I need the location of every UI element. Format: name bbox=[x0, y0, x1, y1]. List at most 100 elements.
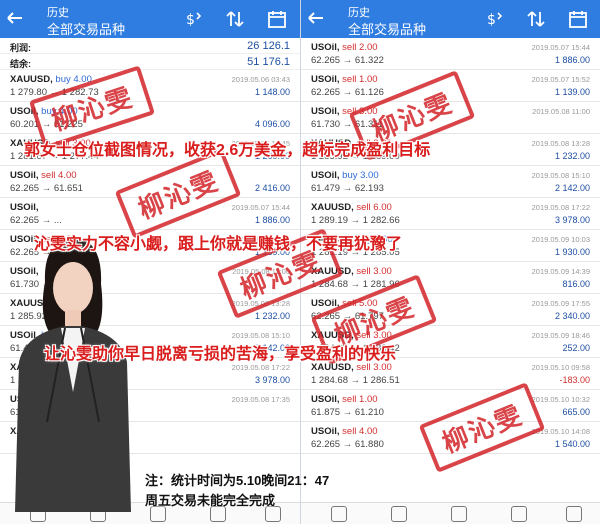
trade-profit: 3 978.00 bbox=[554, 215, 590, 225]
woman-photo bbox=[15, 236, 131, 512]
header-title-main: 全部交易品种 bbox=[47, 22, 126, 37]
calendar-icon[interactable] bbox=[568, 9, 588, 29]
trade-symbol: USOil, sell 2.00 bbox=[311, 42, 378, 53]
header-title-top: 历史 bbox=[348, 7, 370, 19]
symbol-text: USOil, bbox=[10, 202, 39, 213]
trade-action: sell 4.00 bbox=[41, 170, 77, 181]
dollar-refresh-icon[interactable]: $ bbox=[183, 9, 203, 29]
symbol-text: USOil, bbox=[311, 394, 340, 405]
settings-icon[interactable] bbox=[566, 506, 582, 522]
trade-profit: 1 232.00 bbox=[254, 311, 290, 321]
trade-profit: 2 142.00 bbox=[554, 183, 590, 193]
app-header: 历史 全部交易品种 $ bbox=[301, 0, 600, 38]
overlay-text-line: 沁雯实力不容小觑，跟上你就是赚钱，不要再犹豫了 bbox=[34, 236, 403, 253]
app-header: 历史 全部交易品种 $ bbox=[0, 0, 300, 38]
trade-profit: 1 930.00 bbox=[554, 247, 590, 257]
trade-profit: 1 540.00 bbox=[554, 439, 590, 449]
trade-profit: -183.00 bbox=[559, 375, 590, 385]
trade-profit: 2 340.00 bbox=[554, 311, 590, 321]
calendar-icon[interactable] bbox=[267, 9, 287, 29]
trade-date: 2019.05.10 09:58 bbox=[531, 363, 590, 372]
sort-icon[interactable] bbox=[225, 9, 245, 29]
trade-row[interactable]: USOil, sell 2.00 62.265 → 61.322 2019.05.0… bbox=[301, 38, 600, 70]
trade-profit: 252.00 bbox=[562, 343, 590, 353]
symbol-text: USOil, bbox=[311, 170, 340, 181]
note-text: 周五交易未能完全完成 bbox=[145, 493, 276, 508]
trade-symbol: XAUUSD, sell 6.00 bbox=[311, 202, 392, 213]
trade-prices: 62.265 → 61.651 bbox=[10, 183, 83, 194]
back-arrow-icon[interactable] bbox=[307, 9, 325, 27]
trade-symbol: USOil, sell 1.00 bbox=[311, 74, 378, 85]
sort-icon[interactable] bbox=[526, 9, 546, 29]
trade-row[interactable]: XAUUSD, sell 3.00 1 284.68 → 1 281.96 2019… bbox=[301, 262, 600, 294]
summary-value: 51 176.1 bbox=[247, 56, 290, 68]
trade-date: 2019.05.07 15:44 bbox=[531, 43, 590, 52]
trade-date: 2019.05.08 15:10 bbox=[531, 171, 590, 180]
trade-prices: 1 284.68 → 1 286.51 bbox=[311, 375, 400, 386]
trade-date: 2019.05.07 15:52 bbox=[531, 75, 590, 84]
summary-profit: 利润: 26 126.1 bbox=[0, 38, 300, 54]
trade-profit: 1 886.00 bbox=[254, 215, 290, 225]
trade-date: 2019.05.09 14:39 bbox=[531, 267, 590, 276]
summary-label: 利润: bbox=[10, 43, 31, 53]
trade-symbol: USOil, sell 4.00 bbox=[10, 170, 77, 181]
trade-date: 2019.05.08 13:28 bbox=[531, 139, 590, 148]
trade-date: 2019.05.08 15:10 bbox=[231, 331, 290, 340]
svg-text:$: $ bbox=[186, 12, 195, 28]
summary-balance: 结余: 51 176.1 bbox=[0, 54, 300, 70]
trade-symbol: XAUUSD, buy 4.00 bbox=[10, 74, 92, 85]
trade-profit: 1 139.00 bbox=[554, 87, 590, 97]
trade-profit: 816.00 bbox=[562, 279, 590, 289]
trade-action: sell 1.00 bbox=[342, 394, 378, 405]
trade-profit: 1 886.00 bbox=[554, 55, 590, 65]
trade-action: sell 4.00 bbox=[342, 426, 378, 437]
trade-action: sell 1.00 bbox=[342, 74, 378, 85]
trade-profit: 2 416.00 bbox=[254, 183, 290, 193]
trade-date: 2019.05.10 10:32 bbox=[531, 395, 590, 404]
symbol-text: XAUUSD, bbox=[10, 74, 53, 85]
symbol-text: USOil, bbox=[311, 74, 340, 85]
symbol-text: USOil, bbox=[311, 42, 340, 53]
trade-row[interactable]: XAUUSD, sell 6.00 1 289.19 → 1 282.66 2019… bbox=[301, 198, 600, 230]
trade-prices: 1 289.19 → 1 282.66 bbox=[311, 215, 400, 226]
trade-prices: 61.479 → 62.193 bbox=[311, 183, 384, 194]
trade-profit: 1 232.00 bbox=[554, 151, 590, 161]
trade-date: 2019.05.09 17:55 bbox=[531, 299, 590, 308]
note-text: 注：统计时间为5.10晚间21：47 bbox=[145, 473, 330, 488]
symbol-text: USOil, bbox=[311, 106, 340, 117]
trade-action: sell 2.00 bbox=[342, 42, 378, 53]
trade-prices: 62.265 → 61.880 bbox=[311, 439, 384, 450]
trade-symbol: USOil, sell 1.00 bbox=[311, 394, 378, 405]
symbol-text: USOil, bbox=[10, 170, 39, 181]
bottom-nav bbox=[301, 502, 600, 524]
trade-date: 2019.05.08 17:22 bbox=[531, 203, 590, 212]
trade-prices: 61.875 → 61.210 bbox=[311, 407, 384, 418]
summary-value: 26 126.1 bbox=[247, 40, 290, 52]
dollar-refresh-icon[interactable]: $ bbox=[484, 9, 504, 29]
trade-profit: 665.00 bbox=[562, 407, 590, 417]
trade-symbol: USOil, sell 4.00 bbox=[311, 426, 378, 437]
header-title-main: 全部交易品种 bbox=[348, 22, 427, 37]
trade-date: 2019.05.08 11:00 bbox=[532, 107, 590, 116]
history-icon[interactable] bbox=[511, 506, 527, 522]
trade-date: 2019.05.06 03:43 bbox=[231, 75, 290, 84]
trade-date: 2019.05.08 17:35 bbox=[231, 395, 290, 404]
trade-symbol: USOil, bbox=[10, 202, 39, 213]
trade-action: sell 6.00 bbox=[356, 202, 392, 213]
trade-action: buy 3.00 bbox=[342, 170, 379, 181]
trade-date: 2019.05.09 18:46 bbox=[531, 331, 590, 340]
trade-prices: 62.265 → 61.126 bbox=[311, 87, 384, 98]
chart-icon[interactable] bbox=[391, 506, 407, 522]
trade-icon[interactable] bbox=[451, 506, 467, 522]
trade-profit: 1 148.00 bbox=[254, 87, 290, 97]
trade-date: 2019.05.07 15:44 bbox=[231, 203, 290, 212]
symbol-text: USOil, bbox=[311, 426, 340, 437]
back-arrow-icon[interactable] bbox=[6, 9, 24, 27]
quotes-icon[interactable] bbox=[331, 506, 347, 522]
summary-label: 结余: bbox=[10, 59, 31, 69]
header-title-top: 历史 bbox=[47, 7, 69, 19]
trade-row[interactable]: USOil, buy 3.00 61.479 → 62.193 2019.05.08… bbox=[301, 166, 600, 198]
trade-symbol: USOil, buy 3.00 bbox=[311, 170, 379, 181]
overlay-text-line: 让沁雯助你早日脱离亏损的苦海，享受盈利的快乐 bbox=[44, 346, 397, 363]
trade-prices: 62.265 → 61.322 bbox=[311, 55, 384, 66]
